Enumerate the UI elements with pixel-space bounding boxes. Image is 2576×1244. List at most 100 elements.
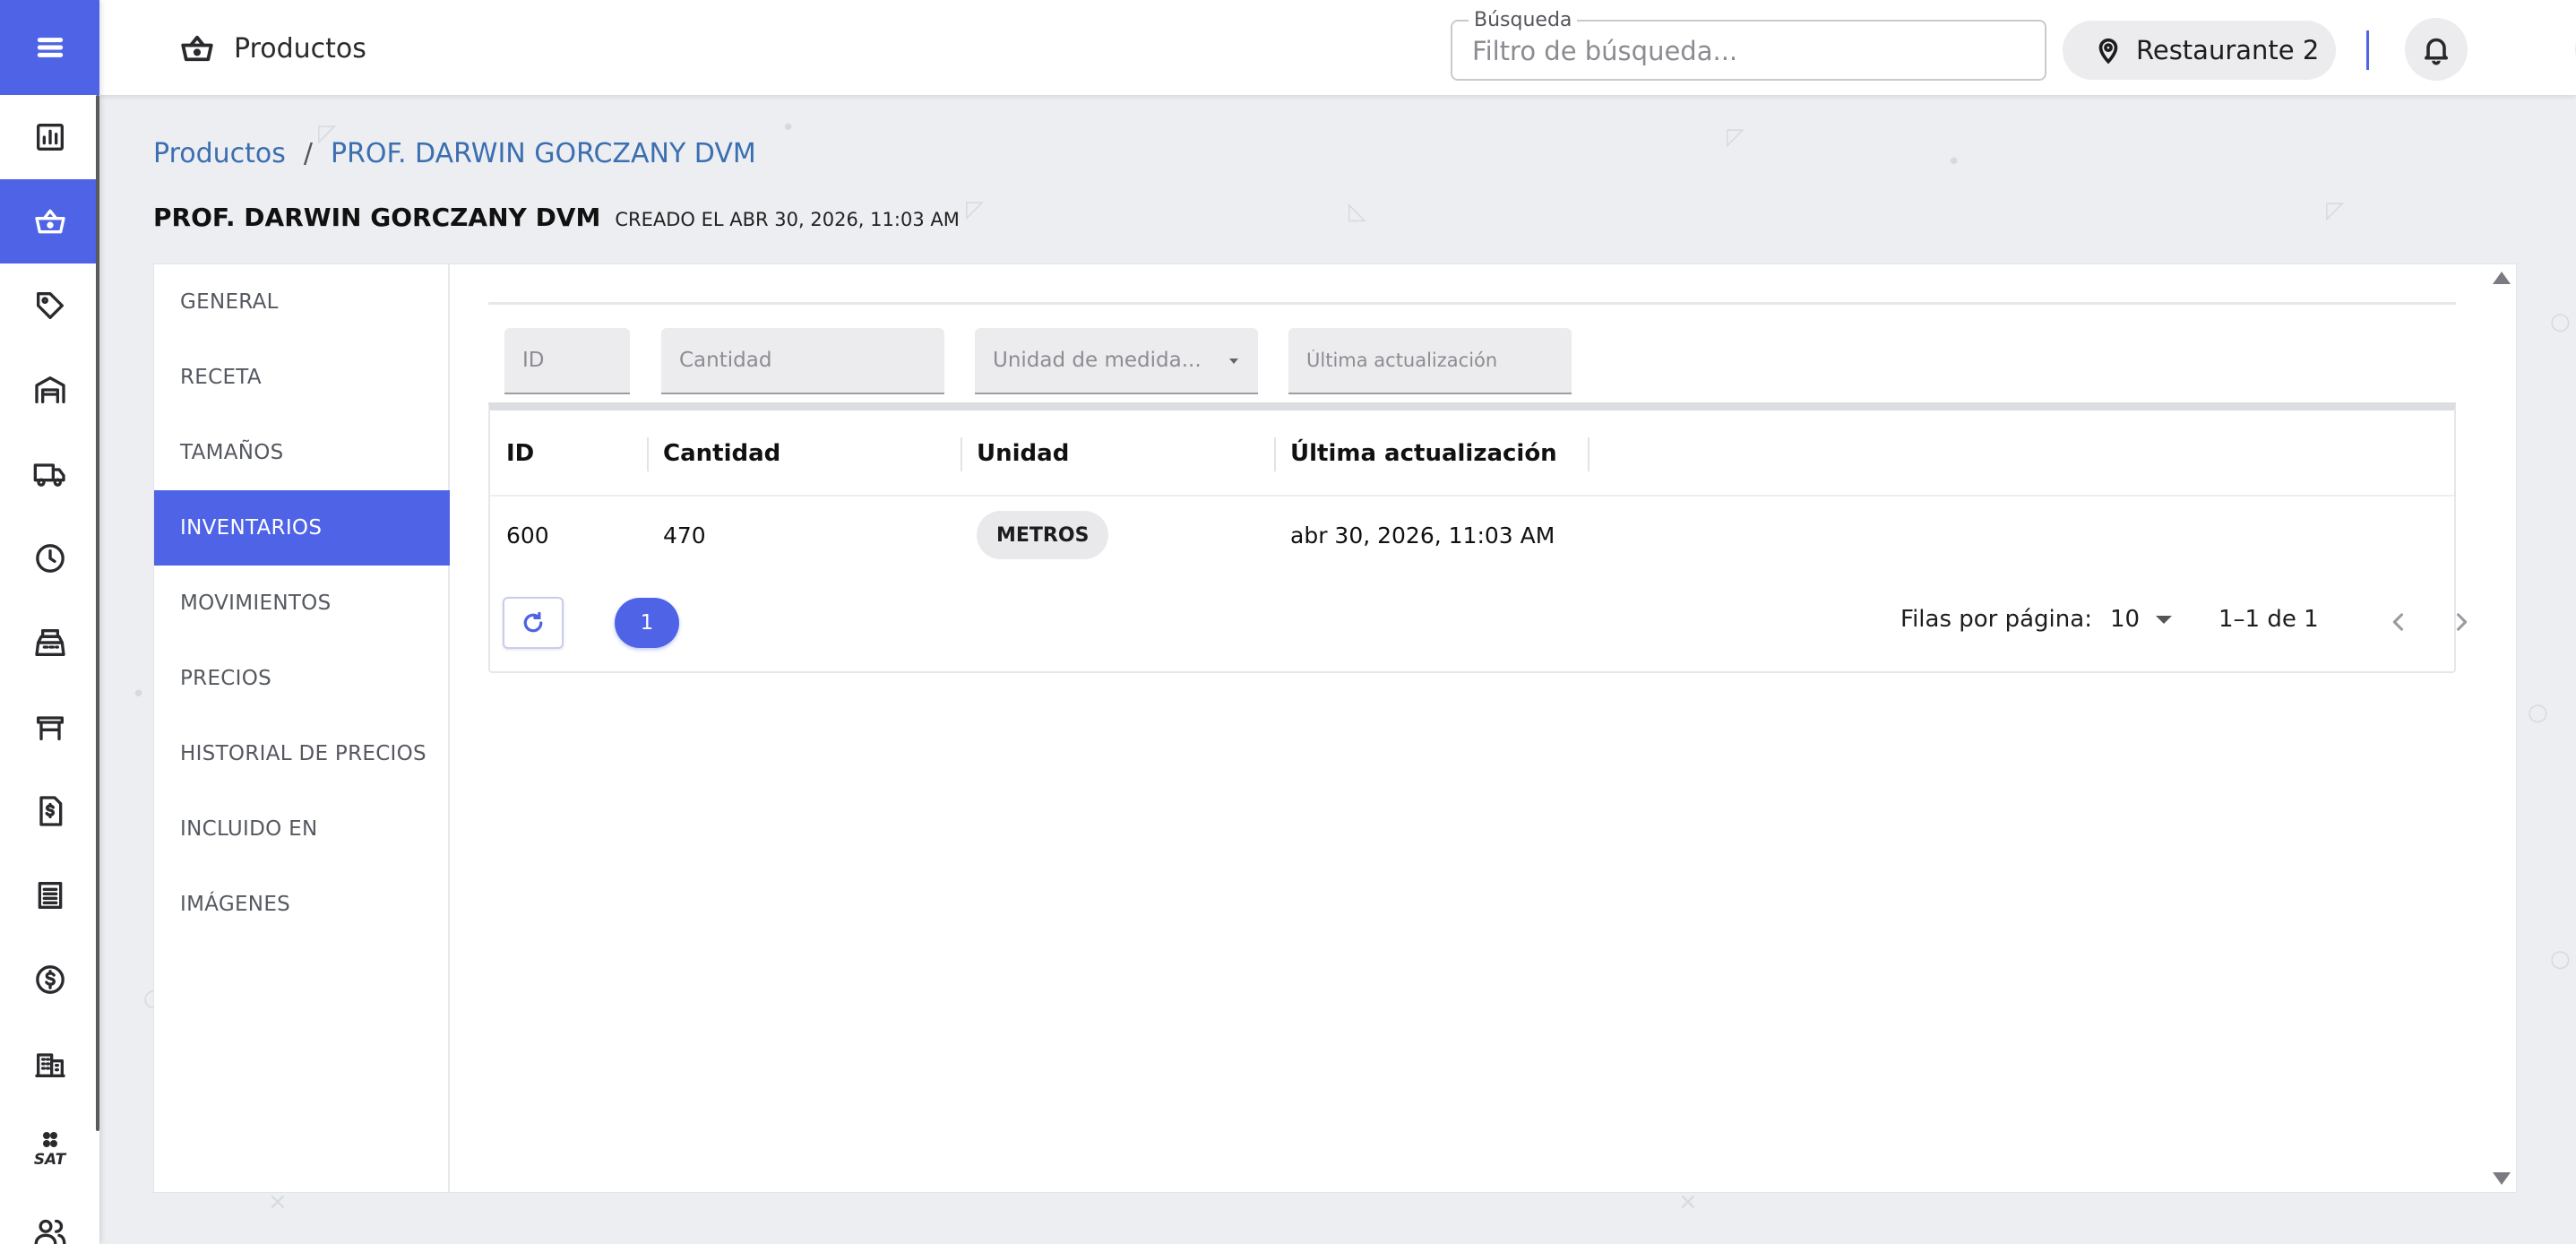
sidebar-item-delivery[interactable]	[0, 432, 99, 516]
users-icon	[34, 1219, 65, 1244]
sidebar-item-history[interactable]	[0, 516, 99, 600]
pagination-range: 1–1 de 1	[2218, 606, 2319, 633]
sidebar-item-warehouse[interactable]	[0, 348, 99, 432]
dollar-circle-icon	[35, 965, 65, 994]
tab-movements[interactable]: MOVIMIENTOS	[154, 566, 450, 641]
sidebar-item-branches[interactable]	[0, 1022, 99, 1106]
topbar-divider	[2366, 30, 2369, 70]
tab-included-in[interactable]: INCLUIDO EN	[154, 791, 450, 867]
location-selector[interactable]: Restaurante 2	[2063, 21, 2336, 80]
sidebar-item-sat[interactable]: SAT	[0, 1106, 99, 1190]
tab-sizes[interactable]: TAMAÑOS	[154, 415, 450, 490]
scroll-down-arrow-icon[interactable]	[2493, 1172, 2511, 1185]
breadcrumb-root-link[interactable]: Productos	[153, 138, 286, 169]
breadcrumb-current[interactable]: PROF. DARWIN GORCZANY DVM	[331, 138, 756, 169]
column-header-unit[interactable]: Unidad	[977, 410, 1069, 497]
tab-images[interactable]: IMÁGENES	[154, 867, 450, 942]
scroll-up-arrow-icon[interactable]	[2493, 272, 2511, 284]
location-pin-icon	[2098, 38, 2118, 65]
table-row[interactable]: 600 470 METROS abr 30, 2026, 11:03 AM	[490, 497, 2454, 574]
sat-icon: SAT	[34, 1129, 65, 1168]
page-title: PROF. DARWIN GORCZANY DVM CREADO EL ABR …	[153, 203, 960, 232]
column-header-id[interactable]: ID	[506, 410, 534, 497]
warehouse-icon	[34, 376, 65, 403]
section-title: Productos	[178, 27, 366, 70]
filter-id[interactable]	[504, 328, 630, 394]
filter-unit-select[interactable]: Unidad de medida...	[975, 328, 1258, 394]
bell-icon	[2424, 38, 2449, 65]
next-page-button[interactable]	[2445, 606, 2477, 638]
section-title-text: Productos	[234, 32, 366, 65]
rows-per-page-label: Filas por página:	[1900, 606, 2092, 633]
chevron-left-icon	[2392, 613, 2404, 631]
search-label: Búsqueda	[1469, 9, 1578, 31]
inventory-table: ID Cantidad Unidad Última actualización …	[488, 402, 2468, 673]
product-section-nav: GENERAL RECETA TAMAÑOS INVENTARIOS MOVIM…	[154, 264, 450, 1192]
column-header-quantity[interactable]: Cantidad	[663, 410, 780, 497]
table-header: ID Cantidad Unidad Última actualización	[490, 410, 2454, 497]
background-decoration: ○	[2550, 946, 2571, 972]
breadcrumb: Productos / PROF. DARWIN GORCZANY DVM	[153, 138, 756, 169]
refresh-button[interactable]	[503, 597, 564, 649]
notifications-button[interactable]	[2405, 18, 2468, 81]
cell-id: 600	[506, 522, 549, 549]
dropdown-caret-icon	[1229, 359, 1238, 364]
column-divider[interactable]	[961, 437, 962, 471]
basket-icon	[34, 209, 65, 234]
product-detail-card: GENERAL RECETA TAMAÑOS INVENTARIOS MOVIM…	[153, 263, 2517, 1193]
search-field[interactable]: Búsqueda	[1451, 9, 2046, 81]
sidebar-item-receipts[interactable]	[0, 853, 99, 937]
filter-last-update[interactable]	[1288, 328, 1572, 394]
sidebar-item-products[interactable]	[0, 179, 99, 263]
sidebar-item-users[interactable]	[0, 1190, 99, 1244]
background-decoration: •	[781, 115, 796, 142]
created-timestamp: CREADO EL ABR 30, 2026, 11:03 AM	[615, 209, 960, 230]
tab-general[interactable]: GENERAL	[154, 264, 450, 340]
tab-price-history[interactable]: HISTORIAL DE PRECIOS	[154, 716, 450, 791]
background-decoration: ◸	[2326, 197, 2344, 224]
rows-per-page-value: 10	[2110, 606, 2141, 633]
sidebar-item-invoices[interactable]	[0, 769, 99, 853]
tab-recipe[interactable]: RECETA	[154, 340, 450, 415]
previous-page-button[interactable]	[2382, 606, 2415, 638]
background-decoration: •	[132, 681, 146, 708]
sat-label: SAT	[33, 1150, 66, 1169]
background-decoration: ○	[2550, 308, 2571, 335]
top-bar: Productos Búsqueda Restaurante 2 AU	[99, 0, 2576, 95]
product-name: PROF. DARWIN GORCZANY DVM	[153, 203, 601, 232]
background-decoration: ◸	[966, 196, 984, 223]
sidebar-scrollbar[interactable]	[96, 95, 99, 1131]
background-decoration: ◸	[1727, 124, 1745, 151]
sidebar-item-dashboard[interactable]	[0, 95, 99, 179]
inventory-panel: Unidad de medida... ID Cantidad Unidad Ú…	[488, 302, 2468, 673]
sidebar-item-payments[interactable]	[0, 937, 99, 1022]
truck-icon	[33, 463, 65, 487]
chevron-right-icon	[2456, 613, 2468, 631]
sidebar-item-tables[interactable]	[0, 685, 99, 769]
column-header-last-update[interactable]: Última actualización	[1290, 410, 1557, 497]
sidebar-item-pos[interactable]	[0, 600, 99, 685]
breadcrumb-separator: /	[303, 138, 313, 169]
basket-icon	[181, 35, 213, 62]
dropdown-triangle-icon	[2156, 615, 2173, 624]
filter-id-input[interactable]	[522, 349, 630, 372]
column-divider[interactable]	[1588, 437, 1590, 471]
building-icon	[34, 1053, 65, 1077]
background-decoration: •	[1947, 149, 1961, 176]
page-number-button[interactable]: 1	[615, 598, 679, 648]
filter-last-update-input[interactable]	[1306, 350, 1572, 371]
search-input[interactable]	[1472, 34, 2028, 68]
cash-register-icon	[34, 629, 65, 656]
background-decoration: ○	[2528, 699, 2548, 726]
filter-unit-placeholder: Unidad de medida...	[993, 349, 1202, 372]
menu-toggle-button[interactable]	[0, 0, 99, 95]
filter-quantity[interactable]	[661, 328, 944, 394]
column-divider[interactable]	[647, 437, 649, 471]
tab-inventories[interactable]: INVENTARIOS	[154, 490, 450, 566]
rows-per-page-select[interactable]: 10	[2110, 606, 2173, 633]
filter-quantity-input[interactable]	[679, 349, 944, 372]
refresh-icon	[523, 611, 543, 633]
column-divider[interactable]	[1274, 437, 1276, 471]
tab-prices[interactable]: PRECIOS	[154, 641, 450, 716]
sidebar-item-tags[interactable]	[0, 263, 99, 348]
